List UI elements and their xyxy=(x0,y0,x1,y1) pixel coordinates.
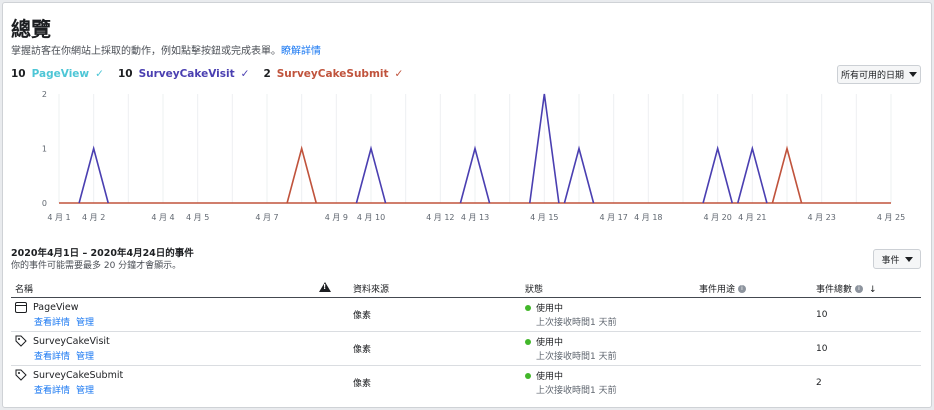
chevron-down-icon xyxy=(909,72,917,77)
y-tick-label: 2 xyxy=(42,90,47,99)
x-tick-label: 4 月 12 xyxy=(426,213,454,222)
event-name: SurveyCakeSubmit xyxy=(33,369,124,381)
warning-icon xyxy=(319,281,331,292)
status-text: 使用中 xyxy=(536,304,564,314)
legend-item-pageview[interactable]: 10 PageView ✓ xyxy=(11,68,104,80)
x-tick-label: 4 月 7 xyxy=(255,213,278,222)
x-tick-label: 4 月 20 xyxy=(703,213,731,222)
source-cell: 像素 xyxy=(353,379,372,389)
view-details-link[interactable]: 查看詳情 xyxy=(34,352,70,362)
event-name-cell: SurveyCakeSubmit 查看詳情 管理 xyxy=(11,366,315,400)
legend-name: SurveyCakeSubmit xyxy=(276,68,389,80)
learn-more-link[interactable]: 瞭解詳情 xyxy=(281,46,321,57)
column-header-status[interactable]: 狀態 xyxy=(521,279,695,298)
check-icon: ✓ xyxy=(95,68,104,80)
active-status-dot-icon xyxy=(525,304,531,311)
chevron-down-icon xyxy=(904,256,913,262)
legend-name: PageView xyxy=(31,68,90,80)
table-row: PageView 查看詳情 管理 像素 使用中 上次接收時間1 天前 10 xyxy=(11,297,921,332)
active-status-dot-icon xyxy=(525,372,531,379)
total-cell: 10 xyxy=(812,297,921,332)
x-tick-label: 4 月 13 xyxy=(461,213,489,222)
date-range-label: 所有可用的日期 xyxy=(840,71,904,81)
info-icon[interactable]: i xyxy=(855,285,864,293)
table-row: SurveyCakeVisit 查看詳情 管理 像素 使用中 上次接收時間1 天前… xyxy=(11,331,921,366)
events-table: 名稱 資料來源 狀態 事件用途i 事件總數i↓ PageView 查看詳情管理 … xyxy=(11,279,921,399)
x-tick-label: 4 月 21 xyxy=(738,213,766,222)
x-tick-label: 4 月 15 xyxy=(530,213,558,222)
page-title: 總覽 xyxy=(11,17,51,41)
total-label: 事件總數 xyxy=(816,284,853,295)
check-icon: ✓ xyxy=(394,68,404,80)
legend-count: 10 xyxy=(117,68,133,80)
overview-panel: 總覽 掌握訪客在你網站上採取的動作，例如點擊按鈕或完成表單。瞭解詳情 10 Pa… xyxy=(2,2,932,408)
status-cell: 使用中 上次接收時間1 天前 xyxy=(521,297,695,332)
column-header-warning xyxy=(315,279,349,298)
events-range-title: 2020年4月1日 – 2020年4月24日的事件 xyxy=(11,248,194,259)
last-received-text: 上次接收時間1 天前 xyxy=(536,318,617,328)
total-cell: 2 xyxy=(816,377,822,388)
legend-count: 2 xyxy=(263,68,271,80)
legend-name: SurveyCakeVisit xyxy=(138,68,235,80)
manage-link[interactable]: 管理 xyxy=(76,386,94,396)
x-tick-label: 4 月 2 xyxy=(82,213,105,222)
event-name-cell: SurveyCakeVisit 查看詳情 管理 xyxy=(11,331,315,366)
source-cell: 像素 xyxy=(349,331,521,366)
x-tick-label: 4 月 10 xyxy=(357,213,385,222)
legend-item-surveycakevisit[interactable]: 10 SurveyCakeVisit ✓ xyxy=(118,68,250,80)
chart-legend: 10 PageView ✓ 10 SurveyCakeVisit ✓ 2 Sur… xyxy=(11,68,403,80)
legend-count: 10 xyxy=(11,68,26,80)
x-tick-label: 4 月 1 xyxy=(47,213,70,222)
column-header-total[interactable]: 事件總數 i ↓ xyxy=(812,279,921,298)
last-received-text: 上次接收時間1 天前 xyxy=(536,352,617,362)
date-range-dropdown[interactable]: 所有可用的日期 xyxy=(837,65,921,84)
y-tick-label: 1 xyxy=(42,145,47,154)
check-icon: ✓ xyxy=(240,68,250,80)
status-text: 使用中 xyxy=(536,338,564,348)
events-button-label: 事件 xyxy=(881,255,900,266)
x-tick-label: 4 月 4 xyxy=(151,213,174,222)
active-status-dot-icon xyxy=(525,338,531,345)
events-line-chart: 0 1 2 4 月 1 4 月 2 4 月 4 4 月 5 4 月 7 4 月 9 4 月 10 4… xyxy=(42,90,905,222)
page-subtitle: 掌握訪客在你網站上採取的動作，例如點擊按鈕或完成表單。瞭解詳情 xyxy=(11,42,321,57)
total-cell: 10 xyxy=(812,331,921,366)
legend-item-surveycakesubmit[interactable]: 2 SurveyCakeSubmit ✓ xyxy=(263,68,403,80)
usage-label: 事件用途 xyxy=(699,284,736,295)
last-received-text: 上次接收時間1 天前 xyxy=(536,386,617,396)
x-tick-label: 4 月 18 xyxy=(634,213,662,222)
x-tick-label: 4 月 25 xyxy=(877,213,905,222)
column-header-name[interactable]: 名稱 xyxy=(11,279,315,298)
status-cell: 使用中 上次接收時間1 天前 xyxy=(521,331,695,366)
tag-icon xyxy=(15,335,27,347)
view-details-link[interactable]: 查看詳情 xyxy=(34,318,70,328)
column-header-usage[interactable]: 事件用途 i xyxy=(695,279,812,298)
column-header-source[interactable]: 資料來源 xyxy=(349,279,521,298)
table-header-row: 名稱 資料來源 狀態 事件用途i 事件總數i↓ xyxy=(11,279,921,298)
table-row: SurveyCakeSubmit 查看詳情 管理 像素 使用中 上次接收時間1 天… xyxy=(11,366,921,400)
events-delay-note: 你的事件可能需要最多 20 分鐘才會顯示。 xyxy=(11,261,182,271)
manage-link[interactable]: 管理 xyxy=(76,318,94,328)
manage-link[interactable]: 管理 xyxy=(76,352,94,362)
x-tick-label: 4 月 9 xyxy=(325,213,348,222)
event-name-cell: PageView 查看詳情 管理 xyxy=(11,297,315,332)
subtitle-text: 掌握訪客在你網站上採取的動作，例如點擊按鈕或完成表單。 xyxy=(11,46,281,57)
source-cell: 像素 xyxy=(349,297,521,332)
event-name: SurveyCakeVisit xyxy=(33,335,110,347)
events-filter-button[interactable]: 事件 xyxy=(873,249,921,269)
x-tick-label: 4 月 23 xyxy=(807,213,835,222)
status-text: 使用中 xyxy=(536,372,564,382)
x-tick-label: 4 月 5 xyxy=(186,213,209,222)
info-icon[interactable]: i xyxy=(738,285,747,293)
x-tick-label: 4 月 17 xyxy=(599,213,627,222)
y-tick-label: 0 xyxy=(42,199,47,208)
tag-icon xyxy=(15,369,27,381)
page-icon xyxy=(15,301,27,313)
sort-down-arrow-icon[interactable]: ↓ xyxy=(869,285,877,295)
event-name: PageView xyxy=(33,301,79,313)
status-cell: 使用中 上次接收時間1 天前 xyxy=(521,366,695,400)
view-details-link[interactable]: 查看詳情 xyxy=(34,386,70,396)
